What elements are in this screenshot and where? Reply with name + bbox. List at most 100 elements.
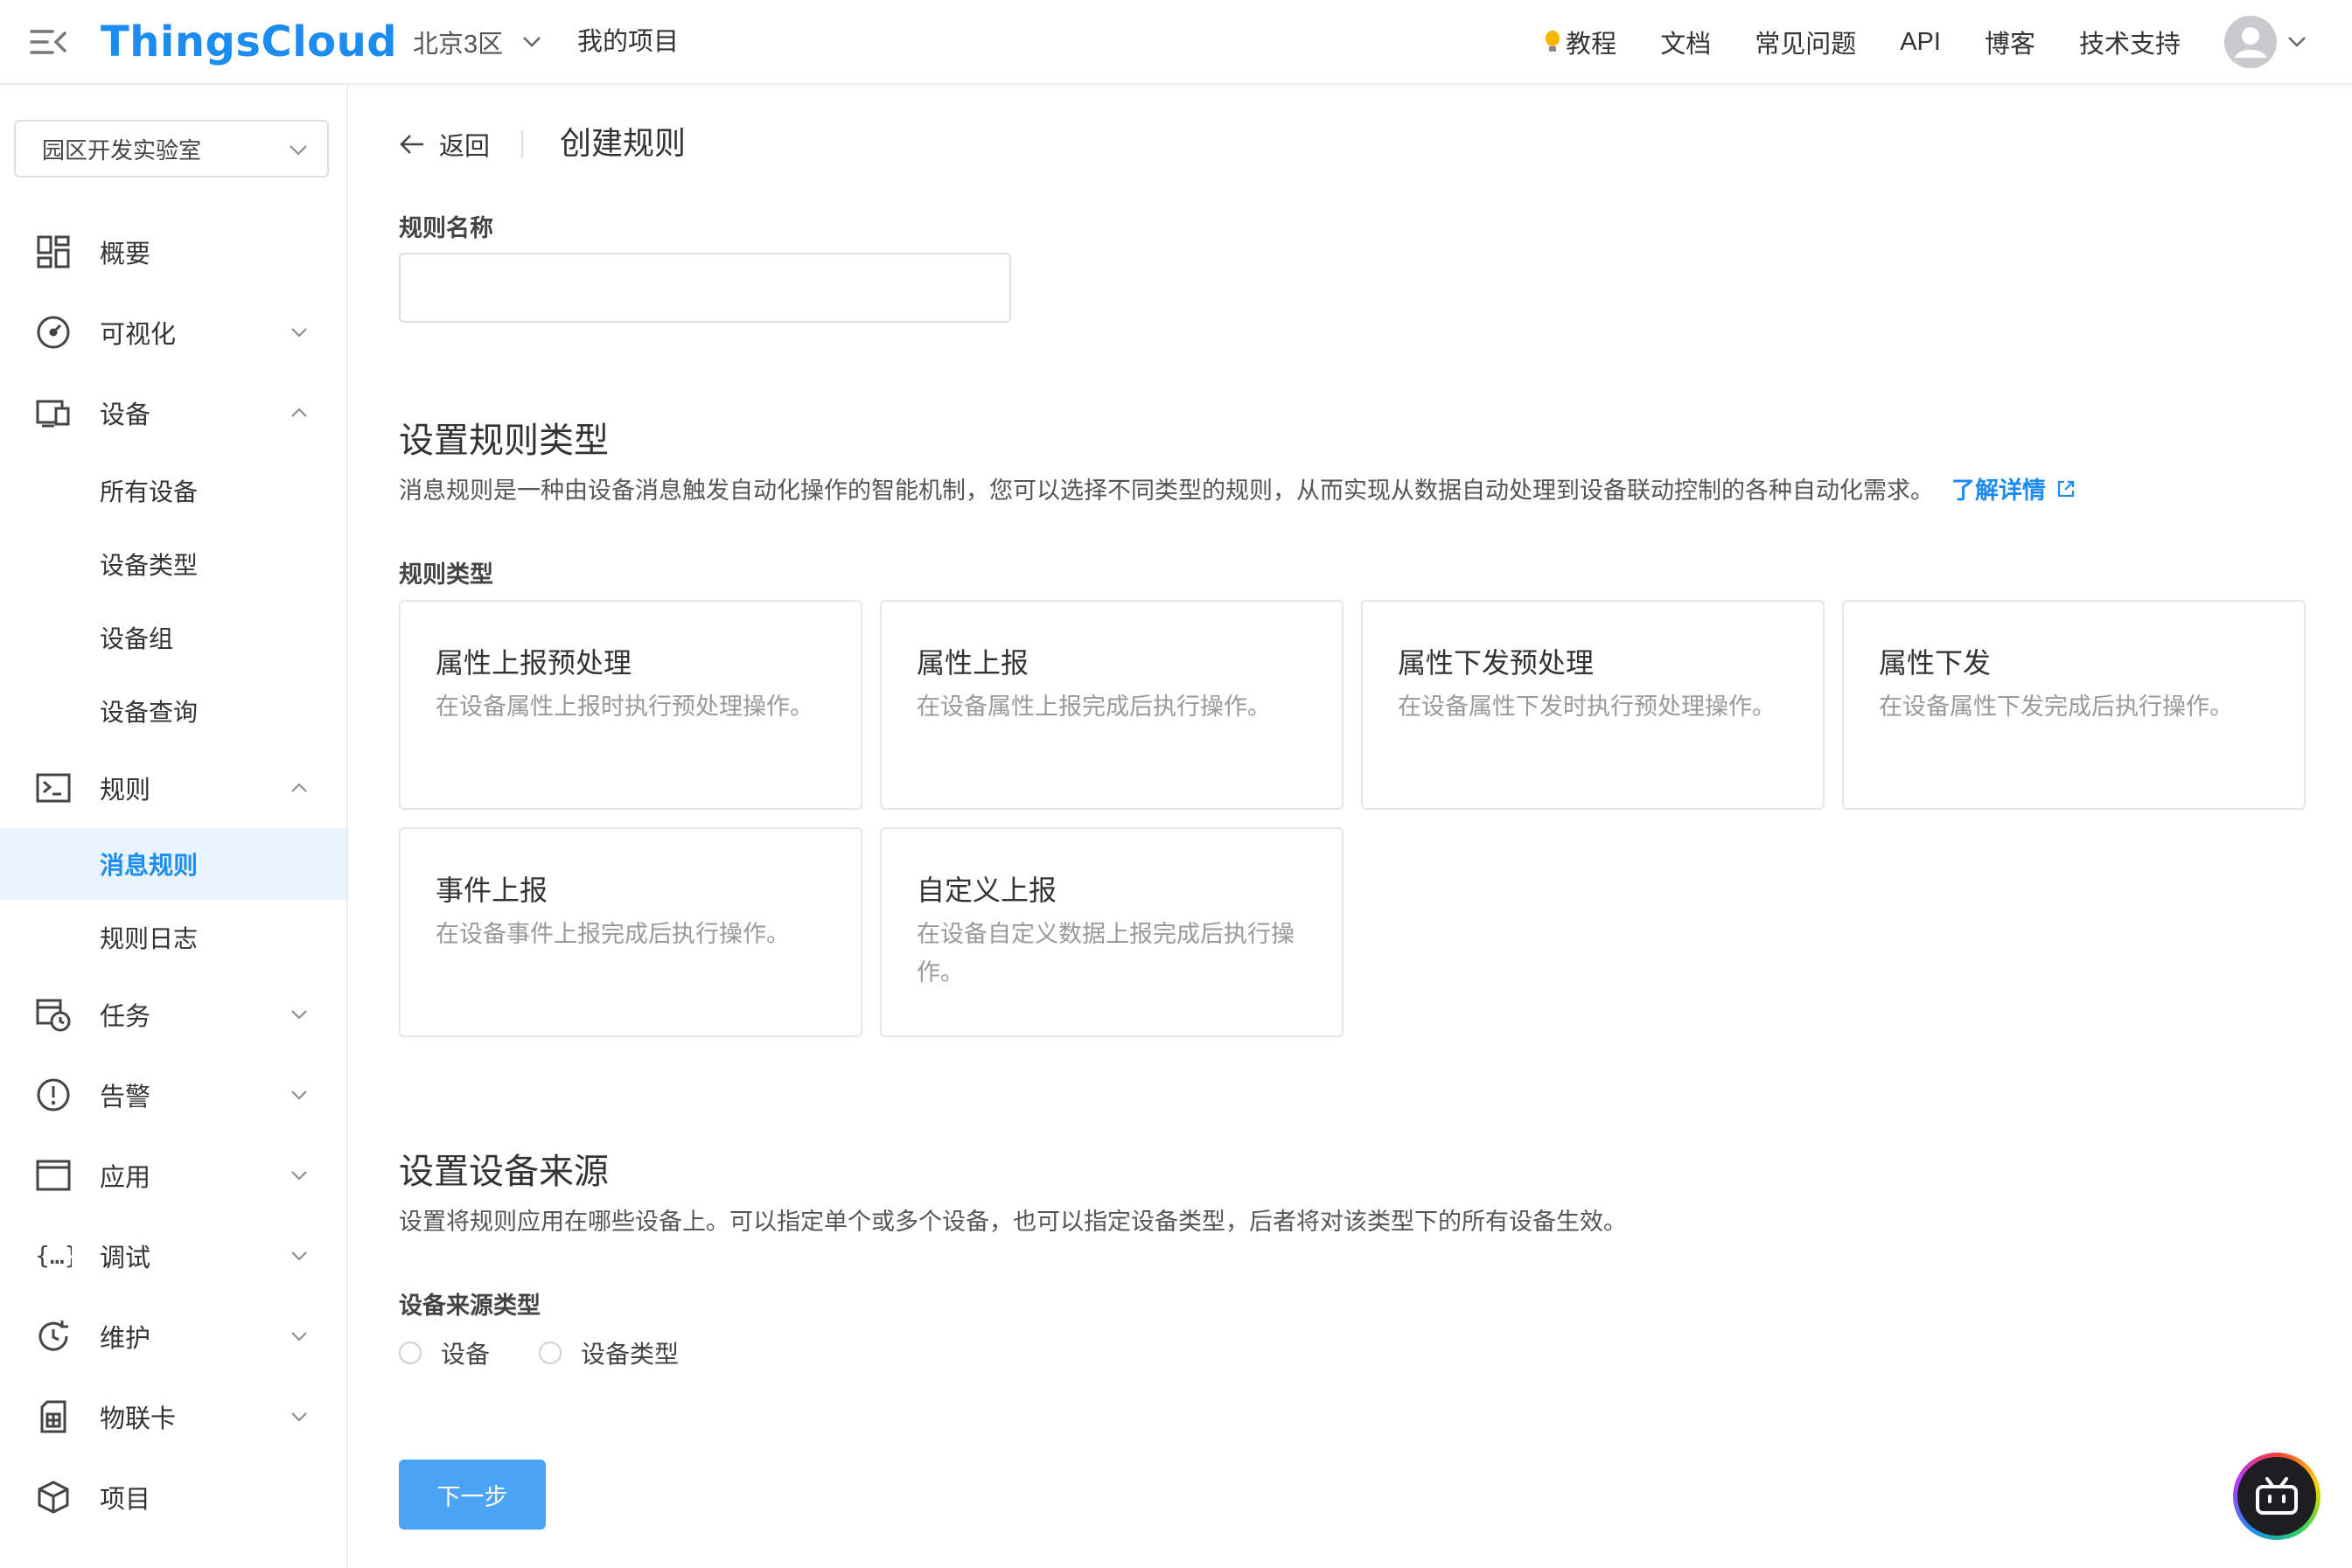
rule-type-card-property-report[interactable]: 属性上报 在设备属性上报完成后执行操作。 [880, 600, 1344, 810]
sidebar-item-label: 设备组 [100, 625, 174, 652]
avatar [2224, 16, 2277, 68]
chevron-down-icon [2288, 37, 2306, 47]
sidebar-item-label: 维护 [100, 1325, 151, 1353]
code-braces-icon: {…} [35, 1241, 72, 1270]
device-source-type-label: 设备来源类型 [399, 1293, 541, 1319]
device-source-section-desc: 设置将规则应用在哪些设备上。可以指定单个或多个设备，也可以指定设备类型，后者将对… [399, 1209, 1627, 1235]
my-projects-link[interactable]: 我的项目 [577, 23, 679, 61]
nav-support[interactable]: 技术支持 [2079, 24, 2181, 60]
rule-type-card-custom-report[interactable]: 自定义上报 在设备自定义数据上报完成后执行操作。 [880, 827, 1344, 1037]
sidebar: 园区开发实验室 概要 可视化 设备 所有设备 设备类型 设备组 设备查询 规则 … [0, 85, 348, 1568]
region-selector[interactable]: 北京3区 [413, 23, 541, 61]
radio-circle [399, 1342, 422, 1364]
top-nav: 教程 文档 常见问题 API 博客 技术支持 [1545, 16, 2307, 68]
sidebar-item-label: 应用 [100, 1164, 151, 1192]
top-bar: ThingsCloud 北京3区 我的项目 教程 文档 常见问题 API 博客 … [0, 0, 2352, 85]
chevron-down-icon [290, 145, 307, 156]
menu-collapse-icon[interactable] [30, 24, 68, 59]
sidebar-item-overview[interactable]: 概要 [0, 216, 346, 288]
divider [521, 130, 523, 158]
rule-type-section-desc: 消息规则是一种由设备消息触发自动化操作的智能机制，您可以选择不同类型的规则，从而… [399, 471, 2076, 505]
nav-tutorial[interactable]: 教程 [1545, 24, 1616, 60]
device-source-section-title: 设置设备来源 [399, 1153, 609, 1191]
project-selector-label: 园区开发实验室 [42, 136, 202, 164]
logo[interactable]: ThingsCloud [101, 16, 397, 68]
card-title: 属性下发预处理 [1398, 647, 1595, 679]
rule-type-card-event-report[interactable]: 事件上报 在设备事件上报完成后执行操作。 [399, 827, 862, 1037]
sidebar-item-all-devices[interactable]: 所有设备 [0, 455, 346, 526]
device-icon [36, 400, 70, 428]
sidebar-item-label: 规则 [100, 777, 151, 805]
sidebar-item-label: 可视化 [100, 321, 177, 349]
sidebar-item-iot-card[interactable]: 物联卡 [0, 1381, 346, 1453]
nav-faq[interactable]: 常见问题 [1755, 24, 1856, 60]
sidebar-item-alarms[interactable]: 告警 [0, 1059, 346, 1131]
arrow-left-icon [400, 135, 423, 154]
sidebar-item-device-types[interactable]: 设备类型 [0, 528, 346, 600]
radio-device-type[interactable]: 设备类型 [539, 1335, 679, 1370]
rule-type-card-property-set-preprocess[interactable]: 属性下发预处理 在设备属性下发时执行预处理操作。 [1361, 600, 1825, 810]
sidebar-item-label: 概要 [100, 240, 151, 268]
radio-device[interactable]: 设备 [399, 1335, 490, 1370]
card-title: 属性下发 [1879, 647, 1992, 679]
sidebar-item-label: 物联卡 [100, 1405, 177, 1433]
alert-circle-icon [37, 1078, 70, 1112]
sidebar-item-maintenance[interactable]: 维护 [0, 1300, 346, 1372]
rule-name-input[interactable] [399, 253, 1011, 323]
svg-text:{…}: {…} [35, 1241, 72, 1270]
rule-type-card-property-report-preprocess[interactable]: 属性上报预处理 在设备属性上报时执行预处理操作。 [399, 600, 862, 810]
radio-label: 设备 [441, 1341, 491, 1368]
card-title: 属性上报预处理 [436, 647, 632, 679]
back-label: 返回 [439, 133, 491, 161]
sidebar-item-label: 消息规则 [100, 852, 199, 879]
sidebar-item-visual[interactable]: 可视化 [0, 296, 346, 368]
rule-type-desc-text: 消息规则是一种由设备消息触发自动化操作的智能机制，您可以选择不同类型的规则，从而… [399, 477, 1934, 504]
sidebar-item-rules[interactable]: 规则 [0, 752, 346, 824]
sidebar-item-device[interactable]: 设备 [0, 377, 346, 449]
card-title: 事件上报 [436, 875, 548, 906]
rule-type-card-property-set[interactable]: 属性下发 在设备属性下发完成后执行操作。 [1842, 600, 2306, 810]
card-title: 自定义上报 [917, 875, 1057, 906]
device-source-radio-group: 设备 设备类型 [399, 1335, 728, 1370]
chevron-down-icon [291, 1412, 307, 1422]
nav-api[interactable]: API [1900, 28, 1941, 57]
sidebar-item-device-groups[interactable]: 设备组 [0, 602, 346, 673]
chevron-down-icon [291, 328, 307, 338]
next-step-button[interactable]: 下一步 [399, 1460, 546, 1530]
cube-icon [38, 1481, 69, 1514]
sidebar-item-label: 设备 [100, 401, 151, 429]
chevron-down-icon [291, 1010, 307, 1020]
chevron-down-icon [291, 1332, 307, 1342]
window-icon [36, 1160, 71, 1191]
chevron-down-icon [523, 37, 541, 47]
assistant-float-button[interactable] [2233, 1453, 2321, 1540]
sidebar-item-label: 设备类型 [100, 552, 199, 579]
sidebar-item-project[interactable]: 项目 [0, 1461, 346, 1533]
chevron-up-icon [291, 408, 307, 417]
sidebar-item-label: 设备查询 [100, 699, 199, 726]
sidebar-item-message-rules[interactable]: 消息规则 [0, 828, 346, 900]
project-selector[interactable]: 园区开发实验室 [14, 120, 329, 178]
sidebar-item-apps[interactable]: 应用 [0, 1139, 346, 1211]
sidebar-item-label: 规则日志 [100, 925, 199, 952]
card-desc: 在设备属性上报时执行预处理操作。 [436, 693, 813, 720]
sidebar-item-debug[interactable]: {…} 调试 [0, 1220, 346, 1292]
sidebar-item-device-query[interactable]: 设备查询 [0, 675, 346, 747]
sidebar-item-label: 任务 [100, 1003, 151, 1031]
user-menu[interactable] [2224, 16, 2307, 68]
radio-circle [539, 1342, 562, 1364]
chevron-down-icon [291, 1091, 307, 1100]
sidebar-item-label: 调试 [100, 1244, 151, 1272]
card-desc: 在设备属性下发时执行预处理操作。 [1398, 693, 1776, 720]
sidebar-item-rule-logs[interactable]: 规则日志 [0, 902, 346, 973]
page-title: 创建规则 [560, 125, 687, 161]
assistant-inner [2237, 1457, 2316, 1536]
sidebar-item-tasks[interactable]: 任务 [0, 979, 346, 1050]
nav-blog[interactable]: 博客 [1985, 24, 2035, 60]
sidebar-item-label: 所有设备 [100, 478, 199, 505]
nav-tutorial-label: 教程 [1566, 31, 1617, 59]
learn-more-link[interactable]: 了解详情 [1951, 471, 2076, 505]
back-button[interactable]: 返回 [399, 123, 490, 165]
nav-docs[interactable]: 文档 [1660, 24, 1711, 60]
learn-more-label: 了解详情 [1951, 477, 2046, 504]
